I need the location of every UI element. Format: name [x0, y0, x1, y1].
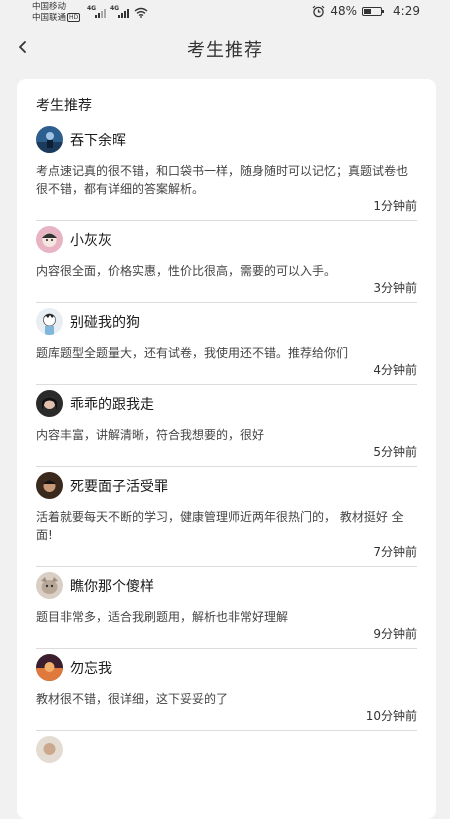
review-username: 勿忘我	[70, 660, 112, 677]
review-text: 内容丰富，讲解清晰，符合我想要的，很好	[36, 428, 265, 442]
review-username: 瞧你那个傻样	[70, 578, 154, 595]
nav-bar: 考生推荐	[0, 26, 450, 70]
review-text: 内容很全面，价格实惠，性价比很高，需要的可以入手。	[36, 264, 337, 278]
carrier-1: 中国移动	[32, 2, 67, 12]
wifi-icon	[134, 7, 148, 18]
review-time: 4分钟前	[373, 363, 417, 377]
review-item[interactable]: 别碰我的狗 题库题型全题量大，还有试卷，我使用还不错。推荐给你们 4分钟前	[36, 303, 417, 385]
carrier-info: 中国移动 中国联通 HD	[32, 2, 81, 24]
alarm-icon	[312, 5, 325, 17]
avatar	[36, 654, 63, 681]
clock: 4:29	[393, 4, 420, 18]
review-time: 7分钟前	[373, 545, 417, 559]
avatar	[36, 472, 63, 499]
battery-icon	[362, 6, 385, 16]
status-bar: 中国移动 中国联通 HD 4G 4G 48% 4:29	[0, 0, 450, 26]
review-text: 教材很不错，很详细，这下妥妥的了	[36, 692, 229, 706]
review-username: 别碰我的狗	[70, 314, 140, 331]
hd-badge: HD	[67, 13, 81, 22]
page-title: 考生推荐	[187, 40, 263, 61]
review-item[interactable]: 吞下余晖 考点速记真的很不错，和口袋书一样，随身随时可以记忆；真题试卷也很不错，…	[36, 121, 417, 221]
reviews-card: 考生推荐 吞下余晖 考点速记真的很不错，和口袋书一样，随身随时可以记忆；真题试卷…	[17, 79, 436, 819]
review-time: 3分钟前	[373, 281, 417, 295]
review-item[interactable]: 小灰灰 内容很全面，价格实惠，性价比很高，需要的可以入手。 3分钟前	[36, 221, 417, 303]
signal-indicators: 4G 4G	[87, 5, 148, 18]
review-time: 9分钟前	[373, 627, 417, 641]
signal-icon: 4G	[110, 5, 129, 18]
card-title: 考生推荐	[36, 98, 92, 114]
review-time: 1分钟前	[373, 199, 417, 213]
review-item[interactable]: 死要面子活受罪 活着就要每天不断的学习，健康管理师近两年很热门的， 教材挺好 全…	[36, 467, 417, 567]
review-item[interactable]	[36, 731, 417, 763]
review-username: 乖乖的跟我走	[70, 396, 154, 413]
review-text: 题库题型全题量大，还有试卷，我使用还不错。推荐给你们	[36, 346, 349, 360]
review-item[interactable]: 勿忘我 教材很不错，很详细，这下妥妥的了 10分钟前	[36, 649, 417, 731]
avatar	[36, 572, 63, 599]
avatar	[36, 126, 63, 153]
review-username: 死要面子活受罪	[70, 478, 168, 495]
review-username: 吞下余晖	[70, 132, 126, 149]
review-text: 考点速记真的很不错，和口袋书一样，随身随时可以记忆；真题试卷也很不错，都有详细的…	[36, 164, 409, 196]
carrier-2: 中国联通	[32, 13, 67, 23]
avatar	[36, 226, 63, 253]
avatar	[36, 736, 63, 763]
review-item[interactable]: 乖乖的跟我走 内容丰富，讲解清晰，符合我想要的，很好 5分钟前	[36, 385, 417, 467]
review-username: 小灰灰	[70, 232, 112, 249]
review-list: 吞下余晖 考点速记真的很不错，和口袋书一样，随身随时可以记忆；真题试卷也很不错，…	[36, 121, 417, 763]
review-text: 题目非常多，适合我刷题用，解析也非常好理解	[36, 610, 289, 624]
avatar	[36, 390, 63, 417]
status-right: 48% 4:29	[312, 4, 420, 18]
review-item[interactable]: 瞧你那个傻样 题目非常多，适合我刷题用，解析也非常好理解 9分钟前	[36, 567, 417, 649]
avatar	[36, 308, 63, 335]
review-time: 10分钟前	[365, 709, 417, 723]
review-time: 5分钟前	[373, 445, 417, 459]
review-text: 活着就要每天不断的学习，健康管理师近两年很热门的， 教材挺好 全面!	[36, 510, 404, 542]
battery-percent: 48%	[330, 4, 358, 18]
signal-icon: 4G	[87, 5, 106, 18]
